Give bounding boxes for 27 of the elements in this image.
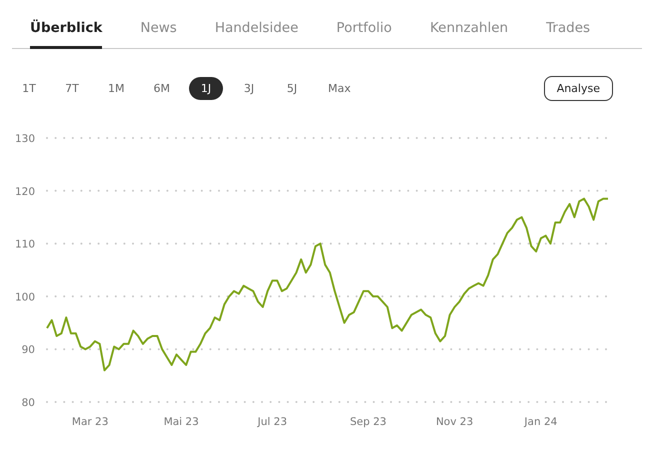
range-button[interactable]: 1M [98,77,134,100]
range-button[interactable]: 1T [12,77,46,100]
axis-label: 100 [14,291,35,304]
range-button[interactable]: 5J [275,77,309,100]
tab[interactable]: Handelsidee [214,18,298,49]
axis-label: Mar 23 [72,416,108,428]
tab[interactable]: News [140,18,177,49]
range-button[interactable]: 6M [144,77,180,100]
axis-label: 120 [14,186,35,198]
axis-label: Sep 23 [350,416,386,428]
axis-label: 110 [14,238,35,251]
analyse-button[interactable]: Analyse [544,76,613,101]
tab[interactable]: Trades [546,18,590,49]
tab[interactable]: Portfolio [336,18,392,49]
tab[interactable]: Überblick [30,18,102,49]
axis-label: Nov 23 [436,416,474,428]
range-button[interactable]: 3J [232,77,266,100]
range-button[interactable]: 7T [55,77,89,100]
tab[interactable]: Kennzahlen [430,18,508,49]
axis-label: Jul 23 [258,416,288,428]
range-button[interactable]: Max [318,77,361,100]
axis-label: Jan 24 [524,416,558,428]
axis-label: 130 [14,133,35,145]
axis-label: 90 [22,344,35,356]
axis-label: Mai 23 [164,416,199,428]
range-button[interactable]: 1J [189,77,223,100]
axis-label: 80 [22,397,35,409]
